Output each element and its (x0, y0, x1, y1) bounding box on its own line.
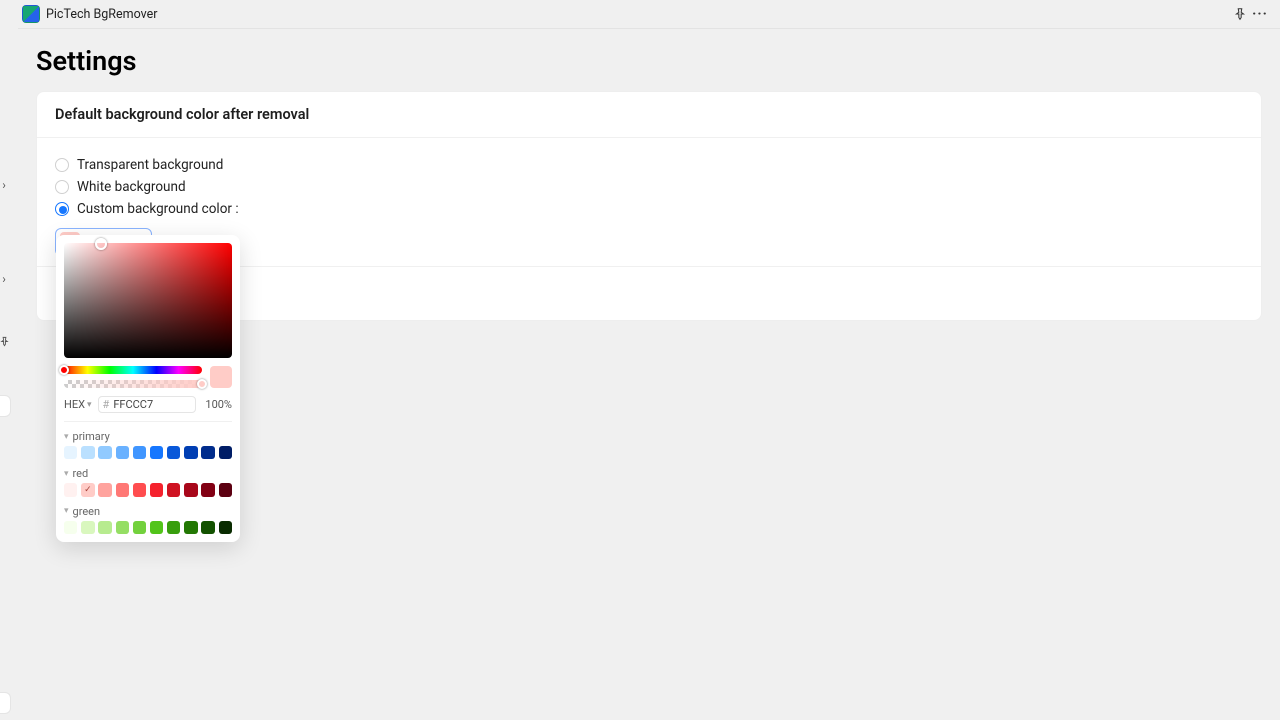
radio-label: White background (77, 179, 186, 195)
preset-group-red: ▾ red (64, 463, 232, 496)
preset-swatch[interactable] (98, 521, 111, 534)
preset-swatch[interactable] (98, 446, 111, 459)
rail-collapsed-card[interactable] (0, 692, 11, 714)
preset-swatch[interactable] (81, 446, 94, 459)
chevron-down-icon: ▾ (64, 432, 69, 442)
rail-chevron-icon[interactable]: › (0, 272, 10, 286)
preset-swatch[interactable] (64, 521, 77, 534)
preset-swatch[interactable] (167, 521, 180, 534)
alpha-percent: 100% (202, 398, 232, 411)
preset-swatch[interactable] (133, 483, 146, 496)
preset-swatch[interactable] (150, 483, 163, 496)
page-title: Settings (36, 45, 1262, 77)
color-picker-popover: HEX ▾ # FFCCC7 100% ▾ primary ▾ red ▾ green (56, 235, 240, 542)
titlebar: PicTech BgRemover ··· (18, 0, 1280, 29)
alpha-slider[interactable] (64, 380, 202, 388)
more-icon[interactable]: ··· (1250, 6, 1270, 22)
card-header: Default background color after removal (37, 92, 1261, 138)
preset-swatch[interactable] (81, 521, 94, 534)
radio-icon (55, 180, 69, 194)
preset-swatch[interactable] (116, 446, 129, 459)
app-title: PicTech BgRemover (46, 7, 157, 22)
radio-icon (55, 158, 69, 172)
preset-swatch[interactable] (116, 483, 129, 496)
chevron-down-icon: ▾ (64, 469, 69, 479)
preset-swatch[interactable] (167, 483, 180, 496)
rail-chevron-icon[interactable]: › (0, 178, 10, 192)
preset-group-name: red (73, 467, 89, 480)
hue-slider[interactable] (64, 366, 202, 374)
hue-handle[interactable] (59, 365, 69, 375)
preset-swatch[interactable] (81, 483, 94, 496)
preset-swatch[interactable] (116, 521, 129, 534)
preset-swatch[interactable] (150, 446, 163, 459)
preset-swatch[interactable] (133, 446, 146, 459)
preset-swatch[interactable] (184, 483, 197, 496)
radio-label: Transparent background (77, 157, 223, 173)
preset-row (64, 446, 232, 459)
preset-swatch[interactable] (150, 521, 163, 534)
preset-swatch[interactable] (64, 446, 77, 459)
hex-value: FFCCC7 (113, 398, 153, 411)
preset-group-header[interactable]: ▾ green (64, 501, 232, 521)
left-rail: › › (0, 0, 18, 720)
radio-transparent[interactable]: Transparent background (55, 154, 1243, 176)
preset-group-header[interactable]: ▾ primary (64, 426, 232, 446)
radio-label: Custom background color : (77, 201, 239, 217)
chevron-down-icon: ▾ (64, 506, 69, 516)
preset-swatch[interactable] (133, 521, 146, 534)
preset-swatch[interactable] (98, 483, 111, 496)
format-select[interactable]: HEX ▾ (64, 398, 92, 411)
preset-group-primary: ▾ primary (64, 426, 232, 459)
chevron-down-icon: ▾ (87, 400, 92, 410)
preset-group-header[interactable]: ▾ red (64, 463, 232, 483)
preset-swatch[interactable] (167, 446, 180, 459)
app-logo-icon (22, 5, 40, 23)
preset-group-name: primary (73, 430, 110, 443)
preset-swatch[interactable] (219, 521, 232, 534)
pin-icon[interactable] (1230, 7, 1250, 21)
rail-collapsed-card[interactable] (0, 395, 11, 417)
rail-pin-icon[interactable] (0, 334, 10, 348)
preset-swatch[interactable] (184, 446, 197, 459)
radio-icon (55, 202, 69, 216)
preset-swatch[interactable] (219, 446, 232, 459)
preset-swatch[interactable] (201, 483, 214, 496)
saturation-value-panel[interactable] (64, 243, 232, 358)
preset-row (64, 521, 232, 534)
hex-input[interactable]: # FFCCC7 (98, 396, 196, 413)
preset-swatch[interactable] (184, 521, 197, 534)
preset-swatch[interactable] (64, 483, 77, 496)
hash-prefix: # (103, 398, 110, 411)
alpha-handle[interactable] (197, 379, 207, 389)
preset-row (64, 483, 232, 496)
preset-swatch[interactable] (219, 483, 232, 496)
radio-custom[interactable]: Custom background color : (55, 198, 1243, 220)
sv-handle[interactable] (95, 238, 107, 250)
preset-swatch[interactable] (201, 521, 214, 534)
preset-group-green: ▾ green (64, 501, 232, 534)
radio-white[interactable]: White background (55, 176, 1243, 198)
preset-swatch[interactable] (201, 446, 214, 459)
preset-group-name: green (73, 505, 101, 518)
current-color-swatch (210, 366, 232, 388)
